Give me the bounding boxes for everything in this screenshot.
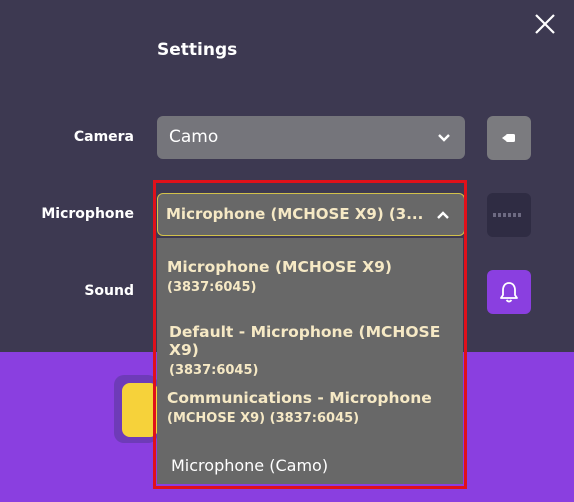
camera-preview-button[interactable] <box>487 116 531 160</box>
microphone-option[interactable]: Communications - Microphone (MCHOSE X9) … <box>167 389 473 426</box>
camera-select[interactable]: Camo <box>157 116 465 159</box>
close-icon[interactable] <box>531 10 559 38</box>
sound-test-button[interactable] <box>487 270 531 314</box>
microphone-option[interactable]: Microphone (MCHOSE X9) (3837:6045) <box>167 258 473 295</box>
option-label: Microphone (Camo) <box>171 456 329 475</box>
option-sublabel: (3837:6045) <box>167 280 257 295</box>
microphone-select-value: Microphone (MCHOSE X9) (3... <box>166 205 424 223</box>
microphone-select[interactable]: Microphone (MCHOSE X9) (3... <box>157 193 465 236</box>
primary-action-button[interactable] <box>122 383 158 437</box>
microphone-label: Microphone <box>41 206 134 222</box>
option-sublabel: (3837:6045) <box>169 363 259 378</box>
microphone-option[interactable]: Microphone (Camo) <box>171 456 477 475</box>
option-label: Microphone (MCHOSE X9) <box>167 258 392 276</box>
bell-icon <box>500 282 518 303</box>
chevron-up-icon <box>436 194 450 235</box>
option-label: Default - Microphone (MCHOSE X9) <box>169 323 441 359</box>
chevron-down-icon <box>437 116 451 159</box>
audio-level-icon <box>493 213 521 217</box>
microphone-level-meter <box>487 193 531 237</box>
camera-select-value: Camo <box>169 127 219 147</box>
sound-label: Sound <box>84 283 134 299</box>
option-sublabel: (MCHOSE X9) (3837:6045) <box>167 411 360 426</box>
microphone-option[interactable]: Default - Microphone (MCHOSE X9) (3837:6… <box>169 323 475 378</box>
microphone-dropdown-list: Microphone (MCHOSE X9) (3837:6045) Defau… <box>157 238 463 484</box>
option-label: Communications - Microphone <box>167 389 432 407</box>
settings-title: Settings <box>157 40 238 60</box>
video-camera-icon <box>502 134 515 142</box>
camera-label: Camera <box>73 129 134 145</box>
